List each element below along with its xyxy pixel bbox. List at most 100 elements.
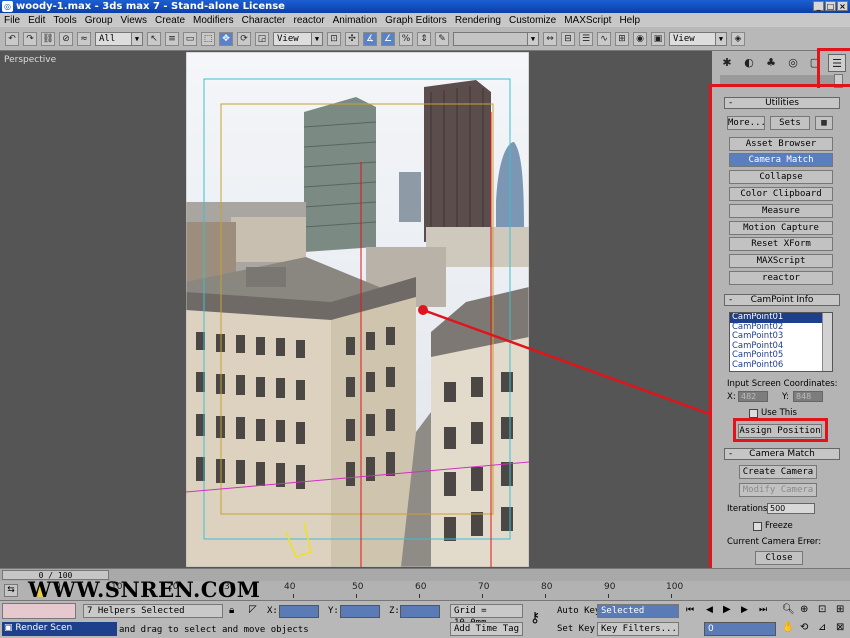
curve-editor-icon[interactable]: ∿ [597, 31, 611, 46]
auto-key-button[interactable]: Auto Key [557, 606, 600, 616]
close-button[interactable]: × [837, 1, 848, 11]
curve-editor-mini-icon[interactable]: ⇆ [4, 584, 18, 597]
undo-icon[interactable]: ↶ [5, 31, 19, 46]
x-coordinate-field[interactable] [279, 605, 319, 618]
previous-frame-icon[interactable]: ◀ [706, 605, 713, 615]
tick-label: 60 [415, 582, 427, 592]
menu-character[interactable]: Character [242, 15, 286, 26]
play-icon[interactable]: ▶ [723, 604, 731, 615]
window-crossing-icon[interactable]: ⬚ [201, 31, 215, 46]
menu-group[interactable]: Group [85, 15, 113, 26]
zoom-extents-all-icon[interactable]: ⊞ [836, 604, 844, 615]
layer-manager-icon[interactable]: ☰ [579, 31, 593, 46]
maximize-button[interactable]: □ [825, 1, 836, 11]
edit-named-selection-icon[interactable]: ✎ [435, 31, 449, 46]
menu-create[interactable]: Create [155, 15, 185, 26]
menu-tools[interactable]: Tools [53, 15, 76, 26]
field-of-view-icon[interactable]: ⊿ [818, 622, 826, 633]
render-scene-taskbar[interactable]: ▣ Render Scen [2, 622, 117, 636]
tick-label: 40 [284, 582, 296, 592]
spinner-snap-icon[interactable]: ⇕ [417, 31, 431, 46]
menu-modifiers[interactable]: Modifiers [193, 15, 234, 26]
render-type-dropdown[interactable]: View ▼ [669, 31, 727, 46]
redo-icon[interactable]: ↷ [23, 31, 37, 46]
menu-customize[interactable]: Customize [509, 15, 556, 26]
render-scene-title: Render Scen [15, 623, 73, 633]
select-and-rotate-icon[interactable]: ⟳ [237, 31, 251, 46]
schematic-view-icon[interactable]: ⊞ [615, 31, 629, 46]
minimize-button[interactable]: _ [813, 1, 824, 11]
named-selection-sets-dropdown[interactable]: ▼ [453, 31, 539, 46]
rectangular-selection-icon[interactable]: ▭ [183, 31, 197, 46]
maximize-viewport-icon[interactable]: ⊠ [836, 622, 844, 633]
y-coordinate-field[interactable] [340, 605, 380, 618]
percent-snap-icon[interactable]: % [399, 31, 413, 46]
select-and-scale-icon[interactable]: ◲ [255, 31, 269, 46]
select-by-name-icon[interactable]: ≡ [165, 31, 179, 46]
material-editor-icon[interactable]: ◉ [633, 31, 647, 46]
tick [608, 594, 609, 598]
lock-icon[interactable]: 🔒︎ [229, 605, 234, 616]
align-icon[interactable]: ⊟ [561, 31, 575, 46]
menu-rendering[interactable]: Rendering [455, 15, 501, 26]
quick-render-icon[interactable]: ◈ [731, 31, 745, 46]
snap-toggle-icon[interactable]: ∡ [363, 31, 377, 46]
selection-filter-dropdown[interactable]: All ▼ [95, 31, 143, 46]
zoom-all-icon[interactable]: ⊕ [800, 604, 808, 615]
campoint-marker[interactable] [418, 305, 428, 315]
tick [419, 594, 420, 598]
next-frame-icon[interactable]: ▶ [741, 605, 748, 615]
angle-snap-icon[interactable]: ∠ [381, 31, 395, 46]
menu-edit[interactable]: Edit [28, 15, 45, 26]
tick-label: 50 [352, 582, 364, 592]
key-filters-button[interactable]: Key Filters... [597, 622, 679, 636]
current-frame-field[interactable]: 0 [704, 622, 776, 636]
menu-help[interactable]: Help [619, 15, 640, 26]
motion-tab-icon[interactable]: ◎ [784, 54, 802, 72]
viewport-label[interactable]: Perspective [4, 55, 56, 65]
chevron-down-icon: ▼ [311, 32, 322, 45]
chevron-down-icon: ▼ [527, 32, 538, 45]
key-mode-value: Selected [601, 606, 645, 616]
menu-maxscript[interactable]: MAXScript [564, 15, 611, 26]
z-coordinate-field[interactable] [400, 605, 440, 618]
pan-icon[interactable]: ✋ [782, 622, 794, 633]
tick-label: 70 [478, 582, 490, 592]
manipulate-icon[interactable]: ✣ [345, 31, 359, 46]
grid-size-display: Grid = 10.0mm [450, 604, 523, 628]
select-object-icon[interactable]: ↖ [147, 31, 161, 46]
add-time-tag-button[interactable]: Add Time Tag [450, 622, 523, 636]
zoom-icon[interactable]: 🔍︎ [782, 604, 795, 615]
reference-coordinate-dropdown[interactable]: View ▼ [273, 31, 323, 46]
unlink-icon[interactable]: ⊘ [59, 31, 73, 46]
tick [671, 594, 672, 598]
mirror-icon[interactable]: ⇔ [543, 31, 557, 46]
key-icon[interactable]: ⚷ [530, 610, 540, 626]
pivot-center-icon[interactable]: ⊡ [327, 31, 341, 46]
bind-space-warp-icon[interactable]: ≈ [77, 31, 91, 46]
modify-tab-icon[interactable]: ◐ [740, 54, 758, 72]
absolute-mode-icon[interactable]: ◸ [249, 604, 257, 615]
render-scene-icon[interactable]: ▣ [651, 31, 665, 46]
goto-start-icon[interactable]: ⏮ [686, 605, 694, 615]
goto-end-icon[interactable]: ⏭ [759, 605, 767, 615]
menu-reactor[interactable]: reactor [294, 15, 325, 26]
perspective-viewport[interactable]: Perspective [0, 51, 712, 568]
zoom-extents-icon[interactable]: ⊡ [818, 604, 826, 615]
tick-label: 80 [541, 582, 553, 592]
menu-views[interactable]: Views [121, 15, 148, 26]
render-type-value: View [673, 33, 695, 44]
tick [356, 594, 357, 598]
hierarchy-tab-icon[interactable]: ♣ [762, 54, 780, 72]
menu-graph-editors[interactable]: Graph Editors [385, 15, 447, 26]
key-mode-dropdown[interactable]: Selected [597, 604, 679, 618]
select-and-move-icon[interactable]: ✥ [219, 31, 233, 46]
orbit-icon[interactable]: ⟲ [800, 622, 808, 633]
set-key-button[interactable]: Set Key [557, 624, 595, 634]
create-tab-icon[interactable]: ✱ [718, 54, 736, 72]
title-bar: ◎ woody-1.max - 3ds max 7 - Stand-alone … [0, 0, 850, 13]
link-icon[interactable]: ⛓ [41, 31, 55, 46]
maxscript-listener-mini[interactable] [2, 603, 76, 619]
menu-file[interactable]: File [4, 15, 20, 26]
menu-animation[interactable]: Animation [333, 15, 377, 26]
